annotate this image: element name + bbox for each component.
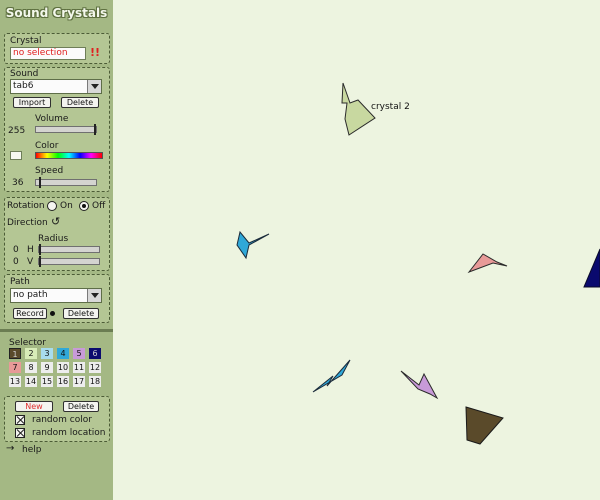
help-link[interactable]: help xyxy=(22,445,41,455)
selector-cell-1[interactable]: 1 xyxy=(9,348,21,359)
path-delete-button[interactable]: Delete xyxy=(63,308,99,319)
radius-v-label: V xyxy=(27,257,34,267)
path-dropdown-value: no path xyxy=(13,290,48,300)
sound-delete-button[interactable]: Delete xyxy=(61,97,99,108)
radius-h-value: 0 xyxy=(13,245,19,255)
random-color-label: random color xyxy=(32,415,92,425)
sidebar-divider xyxy=(0,329,113,332)
rotation-on-label: On xyxy=(60,201,73,211)
selector-cell-2[interactable]: 2 xyxy=(25,348,37,359)
radius-h-label: H xyxy=(27,245,34,255)
sound-label: Sound xyxy=(10,69,39,79)
sound-panel: Sound tab6 Import Delete Volume 255 Colo… xyxy=(4,67,110,192)
crystal-blue-bottom[interactable] xyxy=(312,359,351,393)
arrow-right-icon: → xyxy=(6,443,15,454)
selector-cell-16[interactable]: 16 xyxy=(57,376,69,387)
selector-cell-10[interactable]: 10 xyxy=(57,362,69,373)
crystal-navy-edge[interactable] xyxy=(583,248,600,288)
radius-h-slider[interactable] xyxy=(38,244,100,255)
radius-v-value: 0 xyxy=(13,257,19,267)
selector-cell-5[interactable]: 5 xyxy=(73,348,85,359)
warning-icon: !! xyxy=(90,46,101,59)
selector-cell-18[interactable]: 18 xyxy=(89,376,101,387)
selector-cell-17[interactable]: 17 xyxy=(73,376,85,387)
speed-value: 36 xyxy=(12,178,24,188)
chevron-down-icon[interactable] xyxy=(87,80,101,93)
color-label: Color xyxy=(35,141,59,151)
volume-value: 255 xyxy=(8,126,26,136)
crystal-pink-right[interactable] xyxy=(467,253,508,274)
volume-slider[interactable] xyxy=(35,124,97,135)
crystal-canvas-svg[interactable] xyxy=(113,0,600,500)
record-indicator-icon xyxy=(50,311,55,316)
rotation-label: Rotation xyxy=(7,201,45,211)
speed-slider[interactable] xyxy=(35,177,97,188)
new-delete-button[interactable]: Delete xyxy=(63,401,99,412)
crystal-blue-left[interactable] xyxy=(236,230,270,260)
new-panel: New Delete random color random location xyxy=(4,396,110,442)
sidebar: Sound Crystals Crystal no selection !! S… xyxy=(0,0,113,500)
random-location-checkbox[interactable] xyxy=(15,428,25,438)
radius-v-slider-thumb[interactable] xyxy=(39,256,41,267)
chevron-down-icon[interactable] xyxy=(87,289,101,302)
crystal-purple[interactable] xyxy=(400,370,439,400)
color-gradient-picker[interactable] xyxy=(35,152,103,159)
record-button[interactable]: Record xyxy=(13,308,47,319)
radius-h-slider-thumb[interactable] xyxy=(39,244,41,255)
crystal-selection-field[interactable]: no selection xyxy=(10,47,86,60)
crystal-2-label: crystal 2 xyxy=(371,102,410,112)
crystal-brown[interactable] xyxy=(465,406,504,445)
selector-cell-4[interactable]: 4 xyxy=(57,348,69,359)
app-title: Sound Crystals xyxy=(5,6,108,20)
rotation-panel: Rotation On Off Direction ↺ Radius 0 H 0… xyxy=(4,197,110,271)
import-button[interactable]: Import xyxy=(13,97,51,108)
radius-v-slider[interactable] xyxy=(38,256,100,267)
selector-cell-14[interactable]: 14 xyxy=(25,376,37,387)
selector-cell-3[interactable]: 3 xyxy=(41,348,53,359)
random-location-label: random location xyxy=(32,428,106,438)
color-swatch[interactable] xyxy=(10,151,22,160)
speed-label: Speed xyxy=(35,166,64,176)
selector-label: Selector xyxy=(9,338,46,348)
selector-cell-6[interactable]: 6 xyxy=(89,348,101,359)
new-button[interactable]: New xyxy=(15,401,53,412)
crystal-label: Crystal xyxy=(10,36,42,46)
sound-dropdown[interactable]: tab6 xyxy=(10,79,102,94)
rotation-off-label: Off xyxy=(92,201,106,211)
selector-cell-11[interactable]: 11 xyxy=(73,362,85,373)
selector-cell-13[interactable]: 13 xyxy=(9,376,21,387)
speed-slider-thumb[interactable] xyxy=(39,177,41,188)
radius-label: Radius xyxy=(38,234,69,244)
selector-cell-15[interactable]: 15 xyxy=(41,376,53,387)
rotation-on-radio[interactable] xyxy=(47,201,57,211)
volume-slider-thumb[interactable] xyxy=(94,124,96,135)
random-color-checkbox[interactable] xyxy=(15,415,25,425)
rotate-ccw-icon[interactable]: ↺ xyxy=(51,215,60,228)
path-label: Path xyxy=(10,277,30,287)
selector-cell-8[interactable]: 8 xyxy=(25,362,37,373)
path-dropdown[interactable]: no path xyxy=(10,288,102,303)
crystal-panel: Crystal no selection !! xyxy=(4,33,110,64)
path-panel: Path no path Record Delete xyxy=(4,274,110,323)
selector-cell-9[interactable]: 9 xyxy=(41,362,53,373)
rotation-off-radio[interactable] xyxy=(79,201,89,211)
selector-cell-7[interactable]: 7 xyxy=(9,362,21,373)
volume-label: Volume xyxy=(35,114,69,124)
selector-cell-12[interactable]: 12 xyxy=(89,362,101,373)
direction-label: Direction xyxy=(7,218,48,228)
sound-dropdown-value: tab6 xyxy=(13,81,34,91)
crystal-canvas[interactable]: crystal 2 xyxy=(113,0,600,500)
